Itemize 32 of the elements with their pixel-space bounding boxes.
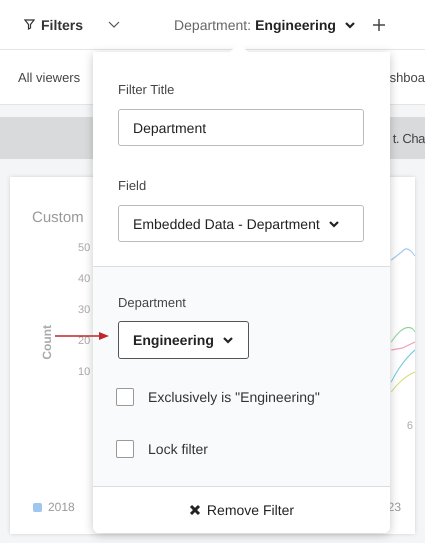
field-dropdown[interactable]: Embedded Data - Department: [118, 205, 364, 242]
field-label: Field: [118, 178, 148, 193]
dashboard-label: shboa: [390, 70, 425, 84]
y-tick: 40: [78, 273, 90, 285]
y-tick: 50: [78, 242, 90, 254]
checkbox-label: Exclusively is "Engineering": [148, 389, 320, 405]
checkbox[interactable]: [116, 440, 134, 458]
axis-label: Count: [40, 324, 54, 360]
chevron-icon: [108, 20, 120, 28]
y-tick: 20: [78, 335, 90, 347]
filters-button[interactable]: Filters: [24, 16, 84, 32]
remove-filter-button[interactable]: Remove Filter: [93, 487, 390, 533]
caret-icon: [222, 335, 234, 345]
chart-title: Custom: [32, 209, 84, 226]
y-tick: 10: [78, 366, 90, 378]
filter-chip[interactable]: Department: Engineering: [174, 16, 356, 32]
value-dropdown[interactable]: Engineering: [118, 321, 249, 359]
checkbox[interactable]: [116, 388, 134, 406]
x-tick: 6: [406, 420, 414, 432]
legend-label: 2018: [48, 500, 75, 514]
viewers-label: All viewers: [18, 70, 80, 84]
y-tick: 30: [78, 304, 90, 316]
caret-icon: [328, 218, 340, 228]
field-label: Department: [118, 295, 187, 310]
funnel-icon: [24, 19, 35, 30]
caret-icon: [344, 20, 356, 30]
close-icon: [188, 504, 201, 516]
banner-text: t. Cha: [392, 130, 425, 146]
checkbox-label: Lock filter: [148, 441, 208, 457]
title-input[interactable]: Department: [118, 109, 364, 146]
plus-icon: [372, 18, 386, 32]
field-label: Filter Title: [118, 82, 176, 97]
